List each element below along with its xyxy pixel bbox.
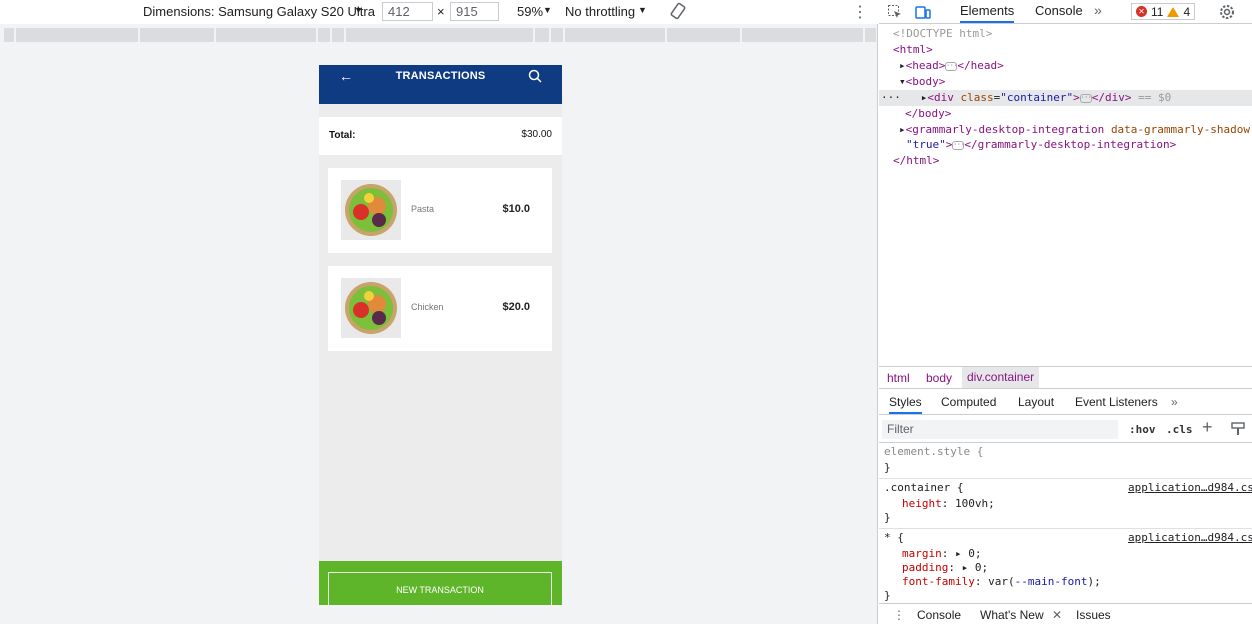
- universal-selector[interactable]: * {: [884, 531, 904, 545]
- rule-divider: [879, 478, 1252, 479]
- dom-tree: <!DOCTYPE html> <html> ▸<head>···</head>…: [879, 26, 1252, 366]
- html-close-node[interactable]: </html>: [893, 153, 939, 169]
- container-selector[interactable]: .container {: [884, 481, 963, 495]
- filter-input[interactable]: Filter: [882, 420, 1118, 439]
- warning-icon: [1167, 6, 1180, 17]
- rule-close: }: [884, 461, 891, 474]
- device-emulation-panel: Dimensions: Samsung Galaxy S20 Ultra ▼ 4…: [0, 0, 878, 624]
- zoom-select[interactable]: 59%: [517, 4, 543, 19]
- item-price: $20.0: [502, 301, 530, 313]
- device-toolbar-icon[interactable]: [915, 4, 931, 20]
- html-node[interactable]: <html>: [893, 42, 933, 58]
- margin-declaration[interactable]: margin: ▸ 0;: [902, 547, 982, 561]
- breadcrumb-body[interactable]: body: [926, 371, 952, 385]
- styles-tabbar: Styles Computed Layout Event Listeners »: [879, 390, 1252, 415]
- rule-divider: [879, 528, 1252, 529]
- device-select[interactable]: Dimensions: Samsung Galaxy S20 Ultra: [143, 4, 375, 19]
- app-bar: ← TRANSACTIONS: [319, 65, 562, 104]
- drawer-tab-whats-new[interactable]: What's New: [980, 608, 1044, 624]
- rule-close: }: [884, 589, 891, 602]
- devtools-tabbar: Elements Console » ✕ 11 4: [879, 0, 1252, 24]
- styles-filter-bar: Filter :hov .cls +: [879, 416, 1252, 443]
- emulation-toolbar: Dimensions: Samsung Galaxy S20 Ultra ▼ 4…: [0, 0, 878, 24]
- tab-layout[interactable]: Layout: [1018, 395, 1054, 409]
- div-container-node[interactable]: ··· ▸<div class="container">···</div> ==…: [881, 90, 1171, 106]
- head-node[interactable]: ▸<head>···</head>: [899, 58, 1004, 74]
- tab-console[interactable]: Console: [1035, 3, 1083, 18]
- font-family-declaration[interactable]: font-family: var(--main-font);: [902, 575, 1101, 589]
- body-close-node[interactable]: </body>: [905, 106, 951, 122]
- height-input[interactable]: 915: [450, 2, 499, 21]
- inspect-element-icon[interactable]: [887, 4, 903, 20]
- item-price: $10.0: [502, 203, 530, 215]
- tab-styles[interactable]: Styles: [889, 395, 922, 414]
- screen: Dimensions: Samsung Galaxy S20 Ultra ▼ 4…: [0, 0, 1252, 624]
- item-name: Chicken: [411, 302, 444, 312]
- drawer-tab-console[interactable]: Console: [917, 608, 961, 622]
- device-caret-icon[interactable]: ▼: [354, 5, 363, 15]
- total-label: Total:: [329, 130, 356, 141]
- drawer-menu-icon[interactable]: ⋮: [893, 608, 905, 622]
- warning-count: 4: [1183, 4, 1191, 19]
- container-source-link[interactable]: application…d984.css: [1128, 481, 1252, 495]
- tab-computed[interactable]: Computed: [941, 395, 996, 409]
- settings-gear-icon[interactable]: [1218, 3, 1236, 21]
- more-tabs-icon[interactable]: »: [1094, 2, 1102, 18]
- grammarly-node-cont[interactable]: "true">···</grammarly-desktop-integratio…: [906, 137, 1176, 153]
- new-rule-icon[interactable]: +: [1202, 417, 1213, 438]
- grammarly-node[interactable]: ▸<grammarly-desktop-integration data-gra…: [899, 122, 1250, 138]
- padding-declaration[interactable]: padding: ▸ 0;: [902, 561, 988, 575]
- dimension-separator: ×: [437, 4, 445, 19]
- search-icon[interactable]: [527, 68, 543, 84]
- drawer-tab-issues[interactable]: Issues: [1076, 608, 1111, 622]
- more-style-tabs-icon[interactable]: »: [1171, 395, 1178, 409]
- media-query-ruler[interactable]: [4, 28, 876, 42]
- food-bowl-image: [341, 278, 401, 338]
- breadcrumb: html body div.container: [879, 366, 1252, 389]
- cls-toggle[interactable]: .cls: [1166, 423, 1193, 436]
- error-icon: ✕: [1136, 6, 1147, 17]
- zoom-caret-icon[interactable]: ▼: [543, 5, 552, 15]
- breadcrumb-div-container[interactable]: div.container: [962, 367, 1040, 388]
- body-node[interactable]: ▾<body>: [899, 74, 945, 90]
- rotate-icon[interactable]: [669, 2, 687, 20]
- more-options-icon[interactable]: ⋮: [852, 2, 868, 22]
- element-style-selector[interactable]: element.style {: [884, 445, 983, 459]
- total-bar: Total: $30.00: [319, 117, 562, 155]
- footer-bar: NEW TRANSACTION: [319, 561, 562, 605]
- style-rules: element.style { } .container { applicati…: [879, 444, 1252, 602]
- phone-viewport: ← TRANSACTIONS Total: $30.00 Pasta $10.0…: [319, 65, 562, 605]
- universal-source-link[interactable]: application…d984.css: [1128, 531, 1252, 545]
- drawer-tabbar: ⋮ Console What's New ✕ Issues: [879, 603, 1252, 624]
- transaction-card[interactable]: Chicken $20.0: [328, 266, 552, 351]
- error-count: 11: [1151, 4, 1164, 19]
- item-name: Pasta: [411, 204, 435, 214]
- new-transaction-button[interactable]: NEW TRANSACTION: [328, 572, 552, 605]
- issues-counter[interactable]: ✕ 11 4: [1131, 3, 1196, 20]
- throttling-caret-icon[interactable]: ▼: [638, 5, 647, 15]
- hov-toggle[interactable]: :hov: [1129, 423, 1156, 436]
- breadcrumb-html[interactable]: html: [887, 371, 910, 385]
- rule-close: }: [884, 511, 891, 524]
- throttling-select[interactable]: No throttling: [565, 4, 635, 19]
- tab-elements[interactable]: Elements: [960, 3, 1015, 23]
- width-input[interactable]: 412: [382, 2, 433, 21]
- paintbrush-icon[interactable]: [1231, 422, 1245, 436]
- transaction-card[interactable]: Pasta $10.0: [328, 168, 552, 253]
- tab-event-listeners[interactable]: Event Listeners: [1075, 395, 1158, 409]
- page-title: TRANSACTIONS: [395, 70, 486, 82]
- height-declaration[interactable]: height: 100vh;: [902, 497, 995, 511]
- doctype-node[interactable]: <!DOCTYPE html>: [893, 26, 992, 42]
- total-value: $30.00: [521, 129, 552, 140]
- devtools-panel: Elements Console » ✕ 11 4 <!DOCTYPE html…: [879, 0, 1252, 624]
- food-bowl-image: [341, 180, 401, 240]
- close-tab-icon[interactable]: ✕: [1052, 608, 1062, 622]
